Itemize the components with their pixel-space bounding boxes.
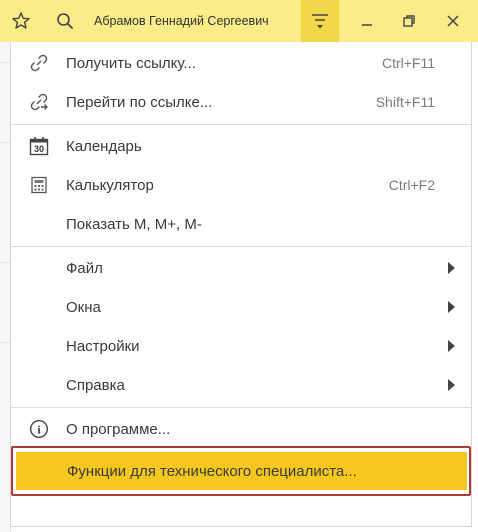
main-menu-button[interactable] (301, 0, 339, 42)
chevron-right-icon (448, 379, 455, 391)
shortcut-label: Shift+F11 (375, 94, 435, 110)
calendar-icon: 30 (28, 135, 50, 157)
menu-item-settings[interactable]: Настройки (11, 327, 471, 365)
main-dropdown-menu: Получить ссылку... Ctrl+F11 Перейти по с… (10, 42, 472, 527)
info-icon: i (28, 418, 50, 440)
menu-item-label: Календарь (66, 137, 142, 155)
calendar-icon-text: 30 (34, 144, 44, 154)
menu-separator (11, 246, 471, 247)
menu-item-label: Окна (66, 298, 101, 316)
divider (0, 142, 10, 143)
menu-item-label: Справка (66, 376, 125, 394)
info-icon-text: i (37, 423, 41, 437)
link-icon (28, 52, 50, 74)
minimize-icon[interactable] (352, 0, 382, 42)
menu-item-show-memory[interactable]: Показать M, M+, M- (11, 205, 471, 243)
divider (0, 262, 10, 263)
menu-item-file[interactable]: Файл (11, 249, 471, 287)
menu-item-label: Калькулятор (66, 176, 154, 194)
star-icon[interactable] (6, 0, 36, 42)
menu-item-calculator[interactable]: Калькулятор Ctrl+F2 (11, 166, 471, 204)
close-icon[interactable] (438, 0, 468, 42)
menu-item-label: Настройки (66, 337, 140, 355)
divider (0, 342, 10, 343)
calculator-icon (28, 174, 50, 196)
menu-item-get-link[interactable]: Получить ссылку... Ctrl+F11 (11, 44, 471, 82)
menu-item-follow-link[interactable]: Перейти по ссылке... Shift+F11 (11, 83, 471, 121)
divider (0, 62, 10, 63)
title-bar: Абрамов Геннадий Сергеевич (0, 0, 478, 42)
chevron-right-icon (448, 340, 455, 352)
menu-separator (11, 124, 471, 125)
menu-item-help[interactable]: Справка (11, 366, 471, 404)
restore-icon[interactable] (394, 0, 424, 42)
menu-item-label: Функции для технического специалиста... (67, 462, 357, 480)
menu-separator (11, 407, 471, 408)
menu-item-label: О программе... (66, 420, 171, 438)
main-menu-icon (312, 14, 328, 29)
shortcut-label: Ctrl+F11 (381, 55, 435, 71)
menu-item-tech-specialist[interactable]: Функции для технического специалиста... (16, 452, 467, 490)
user-name[interactable]: Абрамов Геннадий Сергеевич (94, 0, 269, 42)
search-icon[interactable] (50, 0, 80, 42)
menu-item-about[interactable]: i О программе... (11, 410, 471, 448)
menu-item-label: Получить ссылку... (66, 54, 196, 72)
shortcut-label: Ctrl+F2 (388, 177, 435, 193)
menu-item-windows[interactable]: Окна (11, 288, 471, 326)
menu-item-calendar[interactable]: 30 Календарь (11, 127, 471, 165)
menu-item-label: Перейти по ссылке... (66, 93, 213, 111)
chevron-right-icon (448, 301, 455, 313)
menu-item-label: Файл (66, 259, 103, 277)
follow-link-icon (28, 91, 50, 113)
chevron-right-icon (448, 262, 455, 274)
menu-item-label: Показать M, M+, M- (66, 215, 202, 233)
